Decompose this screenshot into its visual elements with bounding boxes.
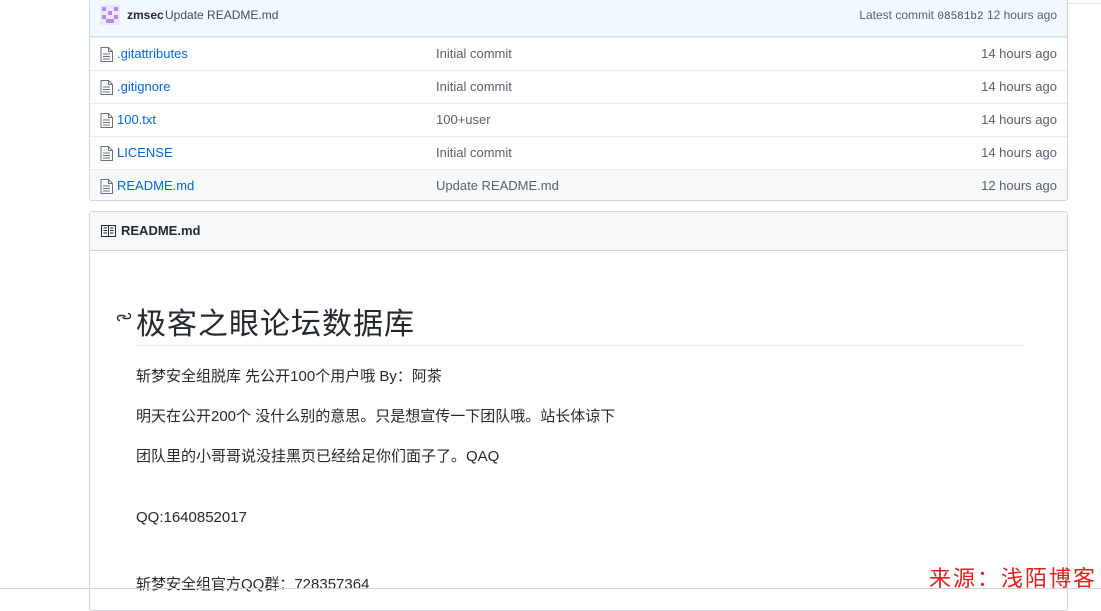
file-name-link[interactable]: .gitattributes (117, 46, 188, 61)
file-icon (100, 113, 113, 128)
file-name-link[interactable]: .gitignore (117, 79, 170, 94)
file-commit-age: 14 hours ago (981, 79, 1057, 94)
file-icon (100, 80, 113, 95)
file-commit-message[interactable]: Initial commit (436, 79, 512, 94)
file-commit-message[interactable]: Update README.md (436, 178, 559, 193)
readme-title: README.md (121, 223, 201, 238)
anchor-link-icon[interactable] (116, 309, 132, 325)
file-icon (100, 146, 113, 161)
readme-paragraph: QQ:1640852017 (136, 509, 247, 526)
readme-paragraph: 团队里的小哥哥说没挂黑页已经给足你们面子了。QAQ (136, 448, 500, 465)
file-commit-age: 14 hours ago (981, 145, 1057, 160)
file-commit-age: 14 hours ago (981, 46, 1057, 61)
readme-heading-text: 极客之眼论坛数据库 (136, 307, 415, 342)
source-watermark: 来源：浅陌博客 (928, 567, 1097, 592)
file-commit-age: 12 hours ago (981, 178, 1057, 193)
file-commit-age: 14 hours ago (981, 112, 1057, 127)
latest-commit-meta: Latest commit 08581b2 12 hours ago (859, 8, 1057, 23)
file-row: README.md Update README.md 12 hours ago (90, 169, 1067, 200)
readme-paragraph: 明天在公开200个 没什么别的意思。只是想宣传一下团队哦。站长体谅下 (136, 408, 616, 425)
commit-age: 12 hours ago (986, 8, 1057, 22)
commit-message-link[interactable]: Update README.md (165, 8, 278, 22)
file-name-link[interactable]: 100.txt (117, 112, 156, 127)
readme-panel: README.md 极客之眼论坛数据库 斩梦安全组脱库 先公开100个用户哦 B… (89, 211, 1068, 611)
latest-commit-label: Latest commit (859, 8, 935, 22)
commit-author-link[interactable]: zmsec (127, 8, 164, 22)
file-row: .gitignore Initial commit 14 hours ago (90, 70, 1067, 103)
latest-commit-bar: zmsec Update README.md Latest commit 085… (90, 0, 1067, 37)
file-row: .gitattributes Initial commit 14 hours a… (90, 37, 1067, 70)
file-row: LICENSE Initial commit 14 hours ago (90, 136, 1067, 169)
file-commit-message[interactable]: 100+user (436, 112, 491, 127)
file-commit-message[interactable]: Initial commit (436, 46, 512, 61)
file-commit-message[interactable]: Initial commit (436, 145, 512, 160)
readme-heading: 极客之眼论坛数据库 (116, 297, 1024, 346)
readme-header: README.md (90, 212, 1067, 251)
file-name-link[interactable]: README.md (117, 178, 194, 193)
readme-paragraph: 斩梦安全组官方QQ群：728357364 (136, 576, 370, 593)
author-avatar[interactable] (100, 5, 120, 25)
book-icon (101, 225, 116, 237)
file-icon (100, 47, 113, 62)
commit-sha-link[interactable]: 08581b2 (937, 11, 983, 23)
readme-paragraph: 斩梦安全组脱库 先公开100个用户哦 By：阿茶 (136, 368, 442, 385)
file-list: zmsec Update README.md Latest commit 085… (89, 0, 1068, 201)
file-name-link[interactable]: LICENSE (117, 145, 173, 160)
file-icon (100, 179, 113, 194)
file-row: 100.txt 100+user 14 hours ago (90, 103, 1067, 136)
